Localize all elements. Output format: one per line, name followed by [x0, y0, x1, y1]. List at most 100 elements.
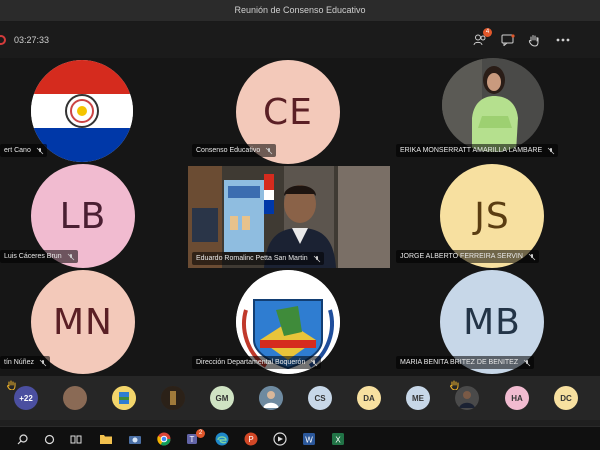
mic-muted-icon — [311, 359, 318, 367]
participants-count-badge: 4 — [483, 28, 492, 37]
file-explorer-icon — [100, 435, 112, 444]
more-options-button[interactable] — [553, 31, 573, 49]
participant-name-text: ert Cano — [4, 147, 31, 154]
participant-name-text: tín Núñez — [4, 359, 34, 366]
mic-muted-icon — [313, 255, 320, 263]
raise-hand-button[interactable] — [524, 31, 544, 49]
emblem-thumb-icon — [112, 386, 136, 410]
media-button[interactable] — [272, 431, 288, 447]
avatar-initials: LB — [59, 195, 107, 237]
edge-button[interactable] — [214, 431, 230, 447]
participant-initials[interactable]: DA — [357, 386, 381, 410]
teams-button[interactable]: T 2 — [185, 429, 205, 447]
overflow-count: +22 — [19, 393, 33, 403]
avatar-initials: JS — [474, 195, 510, 237]
search-button[interactable] — [14, 431, 30, 447]
avatar-initials: CE — [263, 91, 313, 133]
meeting-toolbar: 03:27:33 4 — [0, 22, 600, 58]
participant-name-text: Luis Cáceres Brun — [4, 253, 62, 260]
chat-icon — [501, 34, 515, 46]
participant-initials[interactable]: DC — [554, 386, 578, 410]
participant-name-text: ERIKA MONSERRATT AMARILLA LAMBARE — [400, 147, 543, 154]
svg-text:P: P — [248, 435, 253, 444]
participant-initials[interactable]: HA — [505, 386, 529, 410]
participant-grid: ert Cano CE Consenso Educativo ERIKA MON… — [0, 58, 600, 376]
participant-name: JORGE ALBERTO FERREIRA SERVIN — [396, 250, 539, 263]
chat-button[interactable] — [498, 31, 518, 49]
participant-initials[interactable]: GM — [210, 386, 234, 410]
task-view-button[interactable] — [68, 431, 84, 447]
participant-tile[interactable]: CE Consenso Educativo — [188, 58, 390, 164]
more-participants-button[interactable]: +22 — [14, 386, 38, 410]
recording-indicator-icon — [0, 35, 6, 45]
word-button[interactable]: W — [301, 431, 317, 447]
search-icon — [17, 433, 28, 444]
mic-muted-icon — [528, 253, 536, 261]
participant-emblem-icon[interactable] — [112, 386, 136, 410]
window-title: Reunión de Consenso Educativo — [234, 5, 366, 15]
participant-tile[interactable]: ert Cano — [0, 58, 186, 162]
participant-tile[interactable]: MB MARIA BENITA BRITEZ DE BENITEZ — [392, 270, 600, 374]
participant-initials[interactable]: CS — [308, 386, 332, 410]
chrome-icon — [157, 432, 171, 446]
video-feed[interactable]: Eduardo Romalinc Petta San Martin — [188, 166, 390, 268]
participant-initials-text: GM — [215, 393, 229, 403]
participant-tile[interactable]: JS JORGE ALBERTO FERREIRA SERVIN — [392, 164, 600, 268]
raised-hand-icon — [7, 380, 16, 390]
camera-icon — [129, 436, 141, 444]
mic-muted-icon — [36, 147, 44, 155]
camera-app-button[interactable] — [127, 431, 143, 447]
participant-name: tín Núñez — [0, 356, 50, 369]
participant-photo-icon[interactable] — [259, 386, 283, 410]
participant-name-text: Dirección Departamental Boquerón — [196, 359, 306, 366]
task-view-icon — [70, 435, 82, 443]
participant-name: Luis Cáceres Brun — [0, 250, 78, 263]
participant-name-text: MARIA BENITA BRITEZ DE BENITEZ — [400, 359, 519, 366]
photo-thumb-icon — [455, 386, 479, 410]
svg-text:X: X — [335, 436, 341, 445]
powerpoint-icon: P — [244, 432, 258, 446]
more-icon — [556, 38, 570, 42]
svg-text:T: T — [190, 435, 195, 444]
participant-name: Eduardo Romalinc Petta San Martin — [192, 252, 324, 265]
mic-muted-icon — [67, 253, 74, 261]
participant-initials[interactable]: ME — [406, 386, 430, 410]
participant-tile[interactable]: LB Luis Cáceres Brun — [0, 164, 186, 268]
powerpoint-button[interactable]: P — [243, 431, 259, 447]
mic-muted-icon — [265, 147, 273, 155]
participant-name-text: Eduardo Romalinc Petta San Martin — [196, 255, 308, 262]
participants-strip: +22 GM CS DA ME HA DC — [0, 376, 600, 420]
avatar-initials: MN — [53, 301, 113, 343]
participant-shield-icon[interactable] — [161, 386, 185, 410]
participant-photo-icon[interactable] — [455, 386, 479, 410]
participant-name: Dirección Departamental Boquerón — [192, 356, 322, 369]
raise-hand-icon — [528, 34, 539, 47]
teams-notification-badge: 2 — [196, 429, 205, 438]
chrome-button[interactable] — [156, 431, 172, 447]
cortana-button[interactable] — [41, 431, 57, 447]
photo-thumb-icon — [259, 386, 283, 410]
excel-button[interactable]: X — [330, 431, 346, 447]
mic-muted-icon — [523, 359, 531, 367]
participant-photo-icon[interactable] — [63, 386, 87, 410]
participants-button[interactable]: 4 — [470, 28, 492, 49]
participant-tile[interactable]: ERIKA MONSERRATT AMARILLA LAMBARE — [392, 58, 600, 162]
file-explorer-button[interactable] — [98, 431, 114, 447]
word-icon: W — [303, 433, 315, 445]
participant-initials-text: HA — [511, 393, 523, 403]
window-titlebar: Reunión de Consenso Educativo — [0, 0, 600, 22]
participant-name: ERIKA MONSERRATT AMARILLA LAMBARE — [396, 144, 559, 157]
svg-text:W: W — [305, 436, 313, 445]
participant-tile[interactable]: Dirección Departamental Boquerón — [188, 270, 390, 374]
edge-icon — [215, 432, 229, 446]
mic-muted-icon — [39, 359, 47, 367]
participant-name-text: JORGE ALBERTO FERREIRA SERVIN — [400, 253, 523, 260]
mic-muted-icon — [547, 147, 555, 155]
participant-name: ert Cano — [0, 144, 47, 157]
excel-icon: X — [332, 433, 344, 445]
photo-woman-icon — [442, 58, 544, 152]
participant-initials-text: CS — [314, 393, 326, 403]
participant-tile[interactable]: MN tín Núñez — [0, 270, 186, 374]
avatar-initials: MB — [463, 301, 521, 343]
participant-name-text: Consenso Educativo — [196, 147, 261, 154]
